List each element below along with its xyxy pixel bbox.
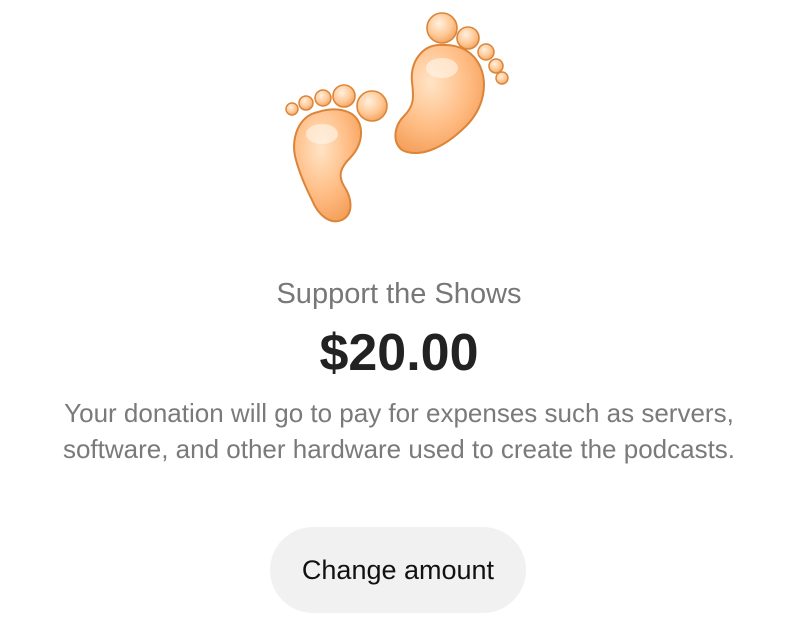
support-title: Support the Shows	[276, 278, 522, 310]
donation-description: Your donation will go to pay for expense…	[62, 398, 736, 464]
left-foot	[285, 84, 388, 223]
donation-amount: $20.00	[319, 324, 479, 382]
support-panel: Support the Shows $20.00 Your donation w…	[0, 0, 798, 644]
footprints-icon	[285, 12, 509, 223]
change-amount-button[interactable]: Change amount	[270, 527, 526, 613]
right-foot	[394, 12, 509, 154]
